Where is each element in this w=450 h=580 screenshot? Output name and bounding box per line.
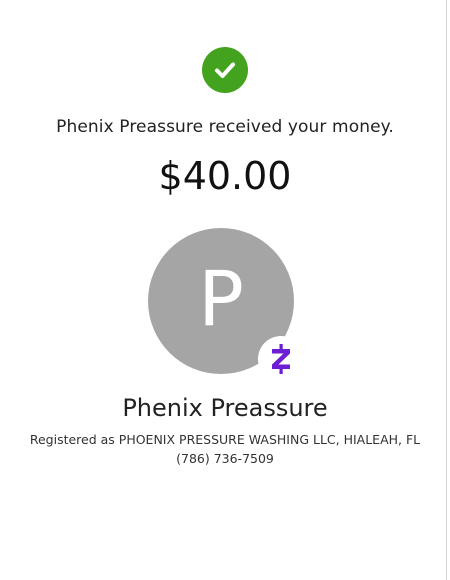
recipient-phone: (786) 736-7509: [176, 451, 274, 466]
recipient-name: Phenix Preassure: [122, 394, 328, 422]
zelle-logo-icon: [272, 344, 290, 374]
success-check-icon: [202, 47, 248, 93]
checkmark-icon: [215, 62, 235, 78]
confirmation-message: Phenix Preassure received your money.: [56, 117, 394, 137]
zelle-badge: [258, 336, 304, 382]
recipient-registration: Registered as PHOENIX PRESSURE WASHING L…: [29, 432, 421, 447]
payment-amount: $40.00: [158, 154, 292, 198]
avatar-initial: P: [198, 254, 244, 343]
screen-edge-divider: [446, 0, 447, 580]
